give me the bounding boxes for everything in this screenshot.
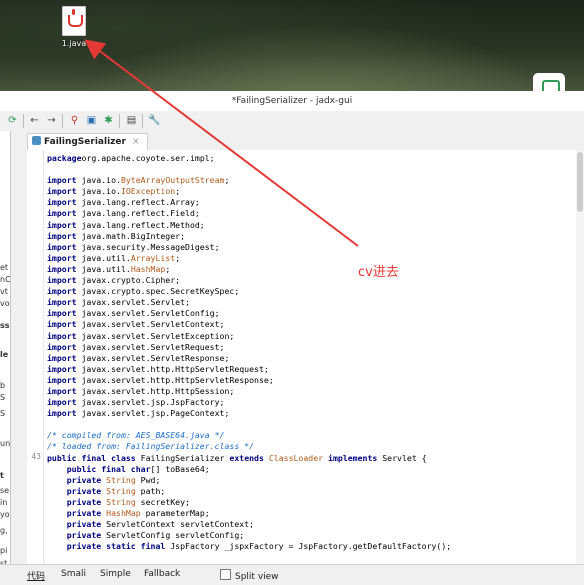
back-arrow-icon[interactable]: ←: [28, 114, 41, 127]
code-line: import javax.servlet.jsp.PageContext;: [47, 408, 230, 419]
tree-fragment: pi: [0, 546, 8, 555]
checkbox-icon: [220, 569, 231, 580]
desktop-file-label: 1.java: [61, 39, 87, 48]
toolbar: ⟳ ← → ⚲ ▣ ✱ ▤ 🔧: [0, 111, 584, 131]
tab-simple[interactable]: Simple: [100, 569, 131, 579]
close-icon[interactable]: ×: [132, 137, 140, 147]
tree-fragment: b: [0, 381, 6, 390]
code-line: /* compiled from: AES_BASE64.java */: [47, 430, 225, 441]
toolbar-divider: [62, 114, 63, 128]
code-line: import java.lang.reflect.Field;: [47, 208, 200, 219]
debug-icon[interactable]: ✱: [102, 114, 115, 127]
code-line: import javax.servlet.http.HttpSession;: [47, 385, 235, 396]
tree-fragment: ss: [0, 321, 10, 330]
code-line: import java.lang.reflect.Method;: [47, 219, 205, 230]
forward-arrow-icon[interactable]: →: [45, 114, 58, 127]
code-line: import java.math.BigInteger;: [47, 230, 186, 241]
code-line: private String path;: [66, 485, 166, 496]
code-line: private String Pwd;: [66, 474, 161, 485]
vertical-scrollbar[interactable]: [576, 150, 584, 564]
tree-fragment: un: [0, 439, 11, 448]
line-number-gutter: 43: [27, 150, 44, 564]
code-text: packageorg.apache.coyote.ser.impl; impor…: [47, 153, 451, 552]
tree-fragment: se: [0, 486, 10, 495]
code-line: import javax.servlet.ServletException;: [47, 330, 235, 341]
window-title: *FailingSerializer - jadx-gui: [0, 91, 584, 111]
toolbar-divider: [142, 114, 143, 128]
code-line: private HashMap parameterMap;: [66, 508, 210, 518]
code-line: private ServletContext servletContext;: [66, 519, 255, 530]
tree-fragment: t: [0, 471, 4, 480]
desktop-file-1-java[interactable]: 1.java: [54, 6, 94, 48]
project-tree-panel[interactable]: et nC vt vo ss le b S S un t se in yo g,…: [0, 131, 11, 564]
tree-fragment: S: [0, 393, 6, 402]
code-line: import javax.servlet.ServletRequest;: [47, 341, 225, 352]
code-line: import java.lang.reflect.Array;: [47, 197, 200, 208]
log-icon[interactable]: ▤: [125, 114, 138, 127]
annotation-text: cv进去: [358, 265, 399, 280]
code-line: import javax.servlet.http.HttpServletRes…: [47, 374, 274, 385]
jadx-window: *FailingSerializer - jadx-gui ⟳ ← → ⚲ ▣ …: [0, 91, 584, 585]
code-editor[interactable]: 43 packageorg.apache.coyote.ser.impl; im…: [27, 150, 584, 564]
tab-fallback[interactable]: Fallback: [144, 569, 180, 579]
code-line: import javax.servlet.ServletResponse;: [47, 352, 230, 363]
java-file-icon: [62, 6, 86, 36]
scrollbar-thumb[interactable]: [577, 152, 583, 212]
code-line: import javax.servlet.Servlet;: [47, 297, 190, 308]
toolbar-divider: [23, 114, 24, 128]
view-mode-tabs: 代码 Smali Simple Fallback Split view: [0, 564, 584, 585]
code-line: import javax.servlet.ServletConfig;: [47, 308, 220, 319]
tree-fragment: et: [0, 263, 9, 272]
wrench-icon[interactable]: 🔧: [148, 114, 161, 127]
code-line: import javax.servlet.http.HttpServletReq…: [47, 363, 269, 374]
tree-fragment: vt: [0, 287, 8, 296]
line-number: 43: [31, 452, 41, 461]
tree-fragment: in: [0, 498, 8, 507]
tree-fragment: S: [0, 409, 6, 418]
class-icon: [32, 136, 41, 145]
code-line: import javax.servlet.jsp.JspFactory;: [47, 397, 225, 408]
tab-code[interactable]: 代码: [27, 569, 45, 582]
code-line: import javax.crypto.spec.SecretKeySpec;: [47, 286, 240, 297]
editor-tabbar: FailingSerializer ×: [11, 131, 584, 150]
tree-fragment: g,: [0, 526, 8, 535]
code-line: private ServletConfig servletConfig;: [66, 530, 245, 541]
code-line: private static final JspFactory _jspxFac…: [66, 541, 452, 552]
split-view-checkbox[interactable]: Split view: [220, 569, 279, 582]
bookmark-icon[interactable]: ▣: [85, 114, 98, 127]
code-line: private String secretKey;: [66, 496, 190, 507]
code-line: import javax.servlet.ServletContext;: [47, 319, 225, 330]
code-line: import java.io.ByteArrayOutputStream;: [47, 175, 230, 186]
tree-fragment: vo: [0, 299, 10, 308]
tree-fragment: nC: [0, 275, 11, 284]
class-search-icon[interactable]: ⚲: [68, 114, 81, 127]
code-line: import java.security.MessageDigest;: [47, 241, 220, 252]
sync-icon[interactable]: ⟳: [6, 114, 19, 127]
tab-failingserializer[interactable]: FailingSerializer ×: [27, 133, 149, 150]
tree-fragment: le: [0, 350, 9, 359]
toolbar-divider: [119, 114, 120, 128]
code-line: /* loaded from: FailingSerializer.class …: [47, 441, 255, 452]
tab-smali[interactable]: Smali: [61, 569, 86, 579]
code-line: import java.io.IOException;: [47, 186, 181, 197]
split-view-label: Split view: [235, 572, 279, 582]
tab-label: FailingSerializer: [44, 137, 126, 147]
code-line: public final class FailingSerializer ext…: [47, 452, 427, 463]
code-line: public final char[] toBase64;: [66, 463, 210, 474]
tree-fragment: yo: [0, 510, 10, 519]
code-line: packageorg.apache.coyote.ser.impl;: [47, 153, 215, 163]
